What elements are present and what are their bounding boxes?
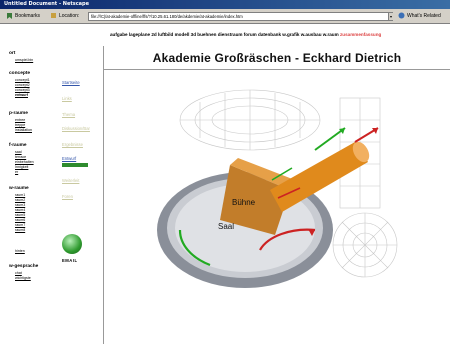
w-gesprache-item[interactable]: chat [15, 271, 22, 275]
f-raume-item[interactable]: saal [15, 150, 22, 154]
concepte-item[interactable]: concept3 [15, 88, 30, 92]
browser-titlebar: Untitled Document - Netscape [0, 0, 450, 9]
location-icon [50, 12, 57, 19]
p-raume-item[interactable]: installation [15, 128, 32, 132]
browser-title: Untitled Document - Netscape [4, 1, 90, 7]
concepte-item[interactable]: concept1 [15, 78, 30, 82]
w-raume-item[interactable]: raum7 [15, 223, 25, 227]
mid-link[interactable]: Ergebnisse [62, 142, 83, 147]
f-raume-item[interactable]: er [15, 170, 18, 174]
concepte-item[interactable]: entwurf [15, 93, 28, 97]
mid-link[interactable]: Links [62, 96, 72, 101]
mid-link[interactable]: Weiterleit [62, 178, 79, 183]
location-label-wrap: Location: [50, 12, 79, 21]
bookmarks-button[interactable]: Bookmarks [6, 12, 40, 21]
w-gesprache-item[interactable]: wichtigste [15, 276, 31, 280]
page-title: Akademie Großräschen - Eckhard Dietrich [152, 51, 402, 65]
section-p-raume-title[interactable]: p-raume [9, 111, 28, 116]
w-raume-item[interactable]: raum8 [15, 228, 25, 232]
section-f-raume-title[interactable]: f-raume [9, 143, 27, 148]
whats-related-label: What's Related [407, 13, 441, 19]
section-w-gesprache-title[interactable]: w-gesprache [9, 264, 38, 269]
mid-link[interactable]: Foren [62, 194, 73, 199]
mid-link[interactable]: Startseite [62, 80, 80, 85]
topnav-links[interactable]: aufgabe lageplane 2d luftbild modell 3d … [110, 32, 339, 37]
wireframe-dome [179, 89, 321, 151]
header-divider [104, 69, 450, 70]
section-concepte-title[interactable]: concepte [9, 71, 30, 76]
section-ort-title[interactable]: ort [9, 51, 15, 56]
bookmarks-label: Bookmarks [15, 13, 41, 19]
p-raume-item[interactable]: treppe [15, 123, 25, 127]
f-raume-item[interactable]: terrace [15, 155, 26, 159]
w-raume-extra[interactable]: hinten [15, 249, 25, 253]
globe-icon[interactable] [62, 234, 82, 254]
w-raume-item[interactable]: raum3 [15, 203, 25, 207]
browser-toolbar: Bookmarks Location: file:///C|/at-akadem… [0, 9, 450, 24]
w-raume-item[interactable]: raum6 [15, 218, 25, 222]
url-dropdown-button[interactable]: ▾ [388, 13, 393, 20]
mid-link[interactable]: Entwurf [62, 156, 76, 161]
wireframe-radial [332, 212, 398, 278]
section-ort-item[interactable]: umspiel.bin [15, 58, 33, 62]
w-raume-item[interactable]: raum5 [15, 213, 25, 217]
green-arrow-top [314, 127, 346, 151]
theater-model-render: Bühne Saal [140, 80, 420, 320]
location-label: Location: [59, 13, 80, 19]
active-indicator [62, 163, 88, 167]
w-raume-item[interactable]: raum4 [15, 208, 25, 212]
whats-related-button[interactable]: What's Related [398, 12, 441, 21]
f-raume-item[interactable]: einbehalten [15, 160, 34, 164]
f-raume-item[interactable]: Innigkeit [15, 165, 28, 169]
p-raume-item[interactable]: entree [15, 118, 25, 122]
model-illustration [157, 89, 398, 288]
mid-column: Startseite Links Thema Diskussion/Bar Er… [48, 46, 104, 344]
w-raume-item[interactable]: raum1 [15, 193, 25, 197]
section-w-raume-title[interactable]: w-raume [9, 186, 29, 191]
topnav-highlight-link[interactable]: zusammenfassung [340, 32, 381, 37]
w-raume-item[interactable]: raum2 [15, 198, 25, 202]
mid-link[interactable]: Diskussion/Bar [62, 126, 90, 131]
sidebar: ort umspiel.bin concepte concept1 concep… [0, 46, 48, 344]
buehne-label: Bühne [232, 198, 256, 207]
bookmark-icon [6, 12, 13, 20]
url-field[interactable]: file:///C|/at-akademie-offline/ffs/?/10.… [88, 12, 393, 21]
mid-link[interactable]: Thema [62, 112, 75, 117]
email-label[interactable]: EMAIL [62, 258, 78, 263]
related-icon [398, 12, 405, 19]
top-navigation: aufgabe lageplane 2d luftbild modell 3d … [110, 30, 450, 40]
saal-label: Saal [218, 222, 235, 231]
concepte-item[interactable]: concept2 [15, 83, 30, 87]
